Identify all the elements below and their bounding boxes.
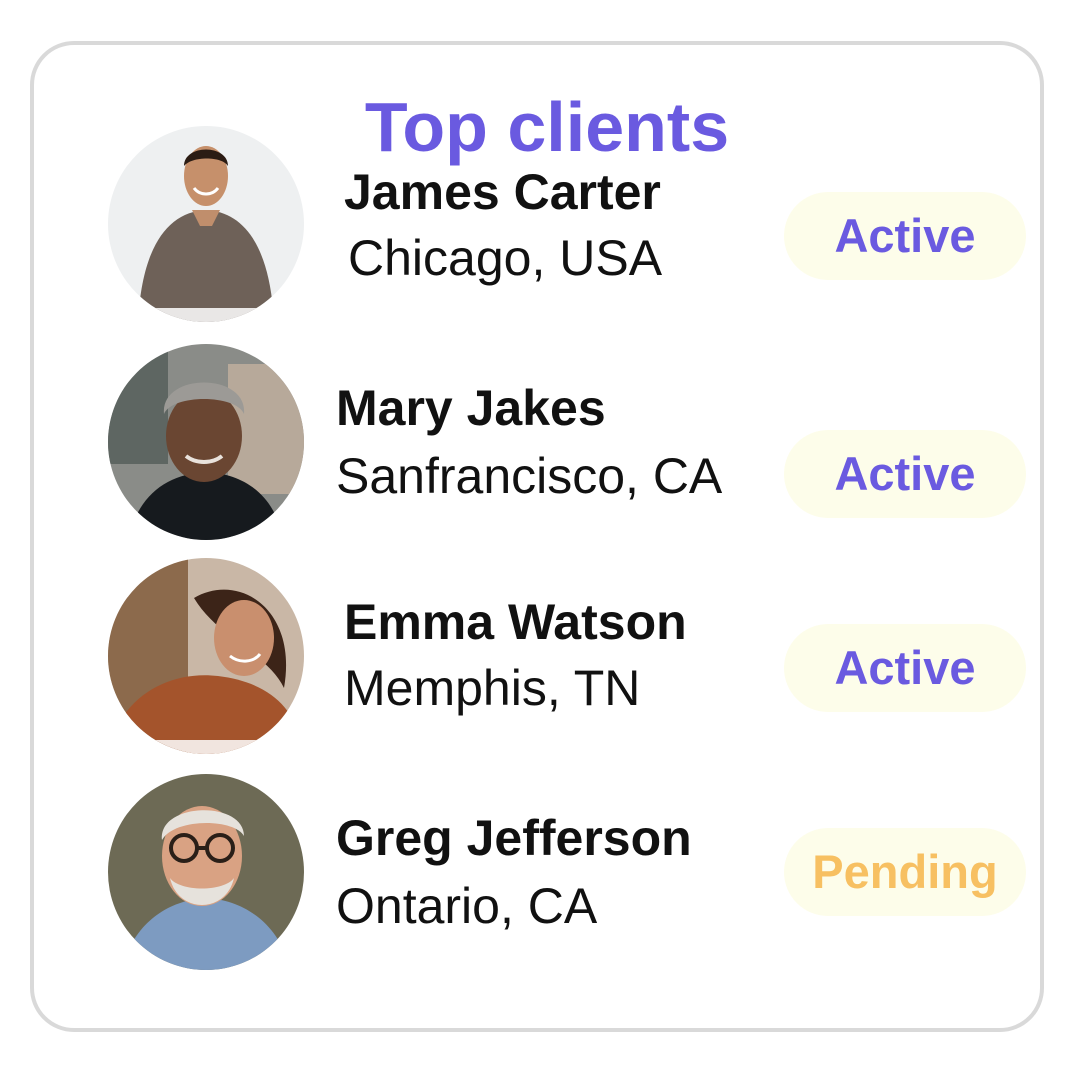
woman-curly-hair-photo-icon [108,558,304,754]
client-row[interactable]: Greg Jefferson Ontario, CA Pending [0,774,1080,974]
status-badge: Active [784,430,1026,518]
client-location: Chicago, USA [348,230,663,286]
client-name: Emma Watson [344,594,687,650]
status-label: Active [834,447,976,500]
avatar [108,558,304,754]
status-badge: Pending [784,828,1026,916]
client-location: Memphis, TN [344,660,641,716]
client-name: Greg Jefferson [336,810,692,866]
avatar [108,774,304,970]
client-row[interactable]: Mary Jakes Sanfrancisco, CA Active [0,344,1080,544]
client-location: Ontario, CA [336,878,598,934]
status-label: Active [834,209,976,262]
avatar [108,344,304,540]
man-brown-sweater-photo-icon [108,126,304,322]
client-name: James Carter [344,164,661,220]
older-man-glasses-photo-icon [108,774,304,970]
status-badge: Active [784,624,1026,712]
client-row[interactable]: James Carter Chicago, USA Active [0,126,1080,326]
status-label: Active [834,641,976,694]
woman-grey-hair-photo-icon [108,344,304,540]
client-location: Sanfrancisco, CA [336,448,723,504]
avatar [108,126,304,322]
client-name: Mary Jakes [336,380,606,436]
status-label: Pending [812,845,998,898]
client-row[interactable]: Emma Watson Memphis, TN Active [0,558,1080,758]
status-badge: Active [784,192,1026,280]
